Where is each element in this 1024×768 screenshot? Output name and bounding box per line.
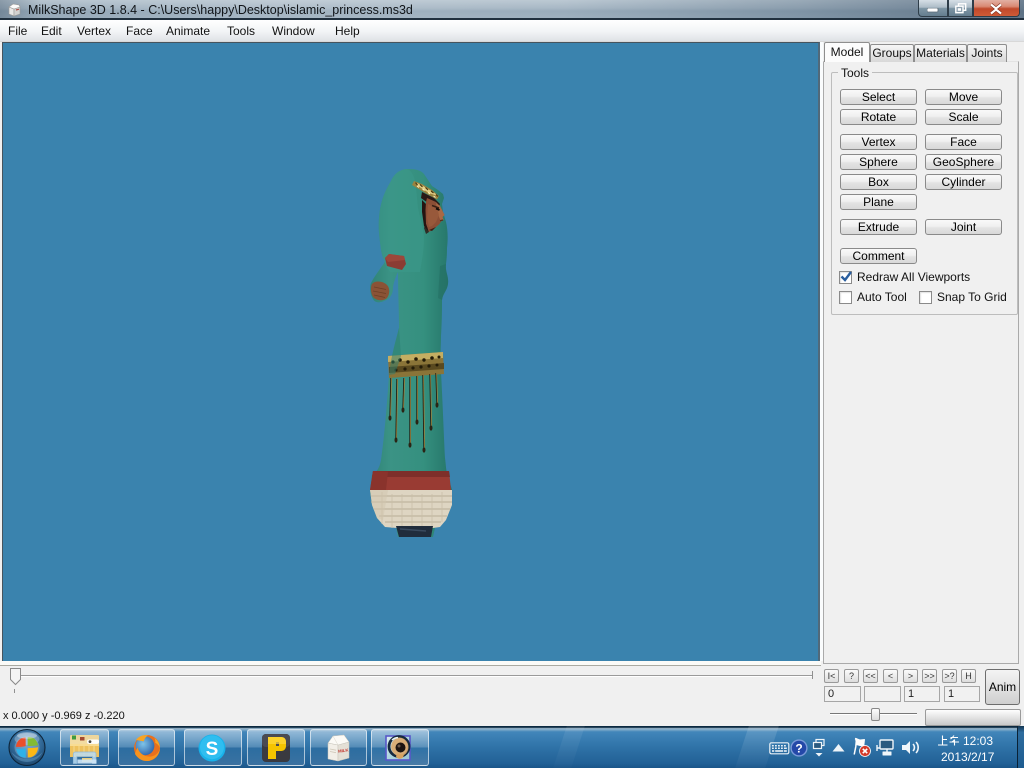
svg-text:12:03: 12:03 — [963, 734, 993, 747]
svg-text:S: S — [206, 739, 219, 760]
svg-text:?: ? — [795, 742, 802, 756]
